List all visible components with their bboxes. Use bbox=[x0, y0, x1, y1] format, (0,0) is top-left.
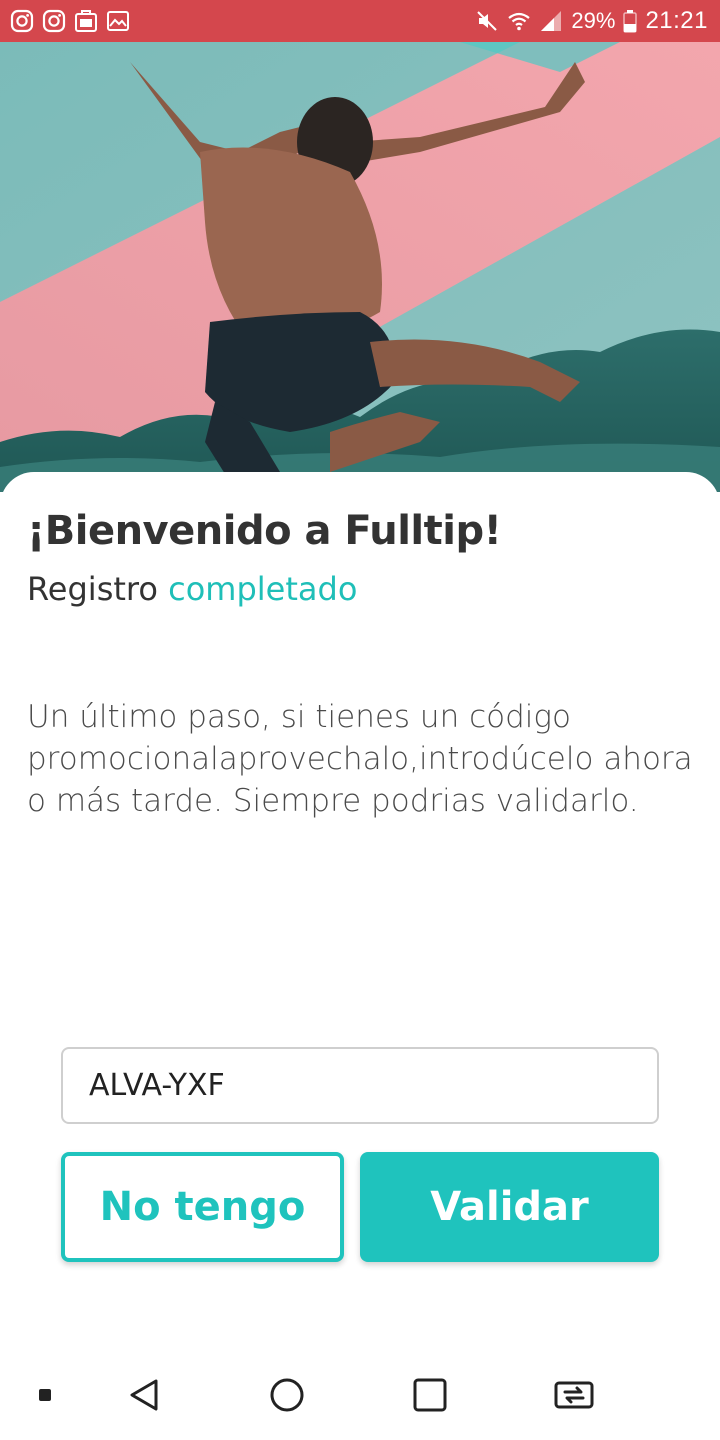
registration-status: Registro completado bbox=[27, 570, 357, 608]
home-icon[interactable] bbox=[262, 1370, 312, 1420]
navigation-bar bbox=[0, 1350, 720, 1440]
no-code-button[interactable]: No tengo bbox=[61, 1152, 344, 1262]
validate-button[interactable]: Validar bbox=[360, 1152, 659, 1262]
welcome-title: ¡Bienvenido a Fulltip! bbox=[27, 508, 502, 554]
switch-app-icon[interactable] bbox=[549, 1370, 599, 1420]
lg-app-icon bbox=[74, 9, 98, 33]
registration-completed-label: completado bbox=[168, 570, 358, 608]
status-system: 29% 21:21 bbox=[475, 7, 708, 35]
registration-label: Registro bbox=[27, 570, 158, 608]
battery-icon bbox=[623, 9, 638, 33]
signal-icon bbox=[539, 9, 563, 33]
promo-code-input[interactable] bbox=[61, 1047, 659, 1124]
wifi-icon bbox=[507, 9, 531, 33]
hero-image bbox=[0, 42, 720, 492]
clock: 21:21 bbox=[645, 7, 708, 34]
gallery-icon bbox=[106, 9, 130, 33]
notification-dot-icon bbox=[20, 1370, 70, 1420]
back-icon[interactable] bbox=[119, 1370, 169, 1420]
mute-icon bbox=[475, 9, 499, 33]
recents-icon[interactable] bbox=[405, 1370, 455, 1420]
promo-instructions: Un último paso, si tienes un código prom… bbox=[27, 699, 693, 819]
instagram-icon bbox=[10, 9, 34, 33]
status-bar: 29% 21:21 bbox=[0, 0, 720, 42]
battery-percent: 29% bbox=[571, 8, 616, 33]
status-notifications bbox=[10, 9, 130, 33]
instagram-icon bbox=[42, 9, 66, 33]
